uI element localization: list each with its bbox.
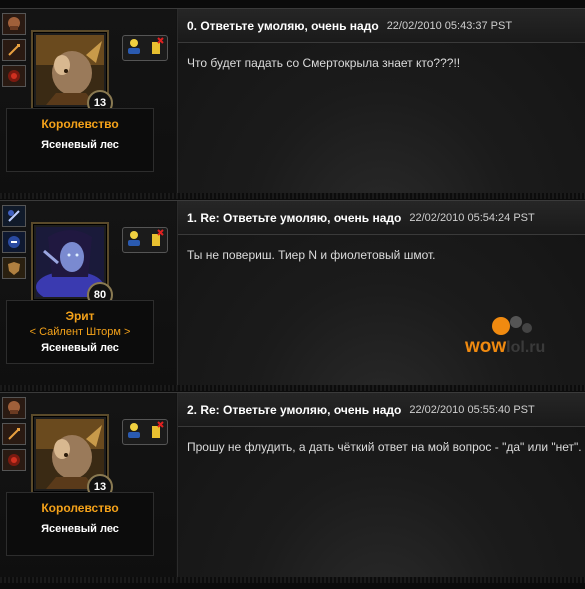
avatar[interactable]: 80 xyxy=(31,222,113,308)
character-info: Королевство Ясеневый лес xyxy=(6,108,154,172)
character-name[interactable]: Королевство xyxy=(7,501,153,515)
realm-name: Ясеневый лес xyxy=(41,139,119,151)
post-date: 22/02/2010 05:55:40 PST xyxy=(409,403,535,416)
author-panel: 80 Эрит < Сайлент Шторм > Ясеневый лес xyxy=(0,201,176,385)
avatar[interactable]: 13 xyxy=(31,414,113,500)
post-content: 2. Re: Ответьте умоляю, очень надо 22/02… xyxy=(177,393,585,577)
post-header: 0. Ответьте умоляю, очень надо 22/02/201… xyxy=(178,9,585,43)
class-icon xyxy=(2,231,26,253)
post-actions xyxy=(122,419,168,445)
post-title[interactable]: 2. Re: Ответьте умоляю, очень надо xyxy=(187,403,401,417)
author-panel: 13 Королевство Ясеневый лес xyxy=(0,9,176,193)
post-date: 22/02/2010 05:43:37 PST xyxy=(386,19,513,32)
class-icons xyxy=(0,393,26,471)
shield-icon xyxy=(2,257,26,279)
realm-name: Ясеневый лес xyxy=(41,523,119,535)
post-actions xyxy=(122,227,168,253)
post-body: Ты не повериш. Тиер N и фиолетовый шмот. xyxy=(187,248,436,262)
forum-post: 80 Эрит < Сайлент Шторм > Ясеневый лес 1… xyxy=(0,200,585,391)
race-icon xyxy=(2,397,26,419)
spell-icon xyxy=(2,65,26,87)
profile-icon[interactable] xyxy=(126,421,142,444)
post-body: Прошу не флудить, а дать чёткий ответ на… xyxy=(187,440,582,454)
avatar[interactable]: 13 xyxy=(31,30,113,116)
character-name[interactable]: Королевство xyxy=(7,117,153,131)
post-title[interactable]: 0. Ответьте умоляю, очень надо xyxy=(187,19,379,33)
post-content: 0. Ответьте умоляю, очень надо 22/02/201… xyxy=(177,9,585,193)
character-info: Эрит < Сайлент Шторм > Ясеневый лес xyxy=(6,300,154,364)
report-icon[interactable] xyxy=(148,36,164,60)
watermark-dots-icon xyxy=(492,316,532,335)
post-content: 1. Re: Ответьте умоляю, очень надо 22/02… xyxy=(177,201,585,385)
class-icons xyxy=(0,9,26,87)
race-icon xyxy=(2,13,26,35)
guild-name[interactable]: < Сайлент Шторм > xyxy=(7,326,153,338)
character-name[interactable]: Эрит xyxy=(7,309,153,323)
class-icons xyxy=(0,201,26,279)
forum-post: 13 Королевство Ясеневый лес 2. Re: Ответ… xyxy=(0,392,585,583)
report-icon[interactable] xyxy=(148,420,164,444)
spell-icon xyxy=(2,449,26,471)
character-info: Королевство Ясеневый лес xyxy=(6,492,154,556)
report-icon[interactable] xyxy=(148,228,164,252)
sword-icon xyxy=(2,423,26,445)
forum-post: 13 Королевство Ясеневый лес 0. Ответьте … xyxy=(0,8,585,199)
watermark-domain: lol.ru xyxy=(506,339,546,356)
post-header: 1. Re: Ответьте умоляю, очень надо 22/02… xyxy=(178,201,585,235)
realm-name: Ясеневый лес xyxy=(41,342,119,354)
race-icon xyxy=(2,205,26,227)
post-title[interactable]: 1. Re: Ответьте умоляю, очень надо xyxy=(187,211,401,225)
watermark-wow: wow xyxy=(465,336,507,357)
post-body: Что будет падать со Смертокрыла знает кт… xyxy=(187,56,461,70)
post-header: 2. Re: Ответьте умоляю, очень надо 22/02… xyxy=(178,393,585,427)
post-date: 22/02/2010 05:54:24 PST xyxy=(409,211,535,224)
profile-icon[interactable] xyxy=(126,229,142,252)
sword-icon xyxy=(2,39,26,61)
watermark-logo: wowlol.ru xyxy=(465,316,546,358)
author-panel: 13 Королевство Ясеневый лес xyxy=(0,393,176,577)
post-actions xyxy=(122,35,168,61)
profile-icon[interactable] xyxy=(126,37,142,60)
